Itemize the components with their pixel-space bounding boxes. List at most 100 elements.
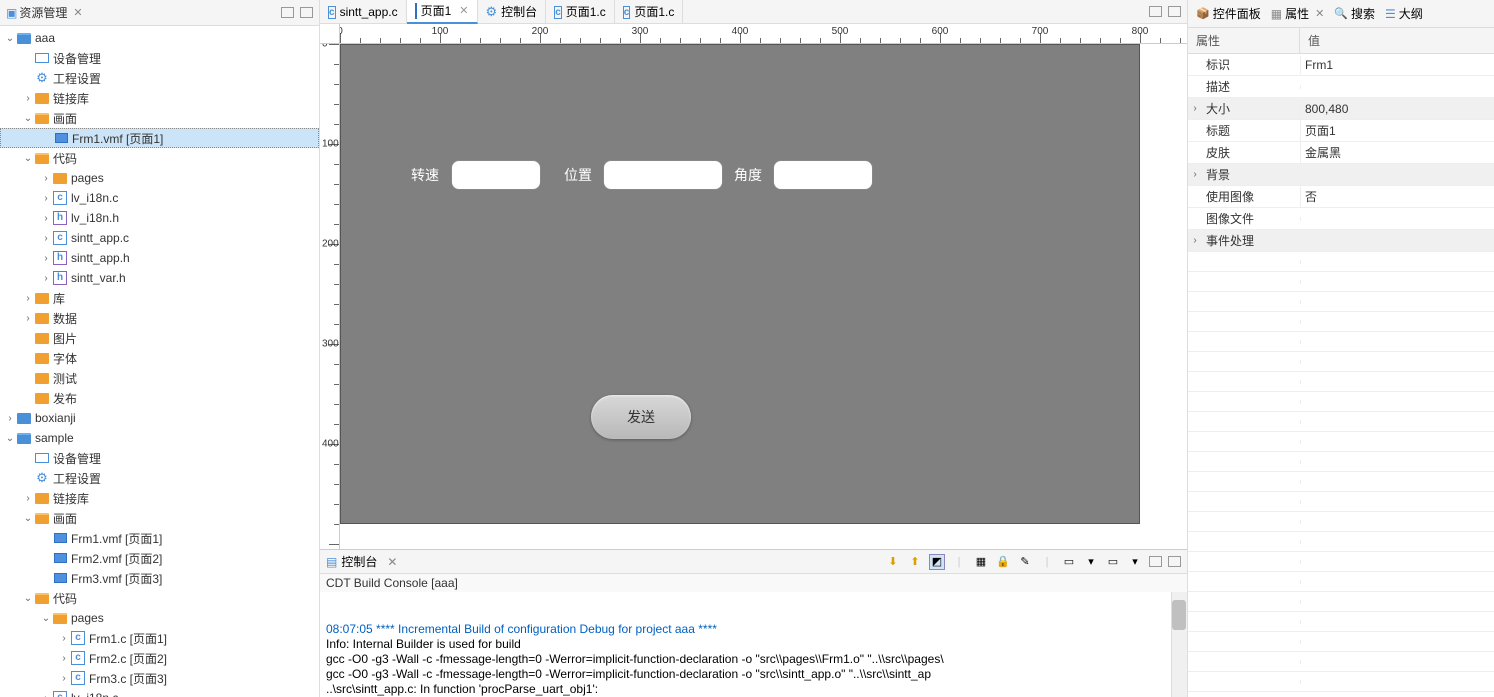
- expander-icon[interactable]: ›: [40, 253, 52, 264]
- form-textbox[interactable]: [773, 160, 873, 190]
- expander-icon[interactable]: ›: [40, 693, 52, 697]
- display-selected-icon[interactable]: ▦: [973, 554, 989, 570]
- tree-item[interactable]: 字体: [0, 348, 319, 368]
- tree-item[interactable]: ›cFrm3.c [页面3]: [0, 668, 319, 688]
- tree-item[interactable]: ›pages: [0, 168, 319, 188]
- prop-expander-icon[interactable]: ›: [1188, 169, 1202, 180]
- tree-item[interactable]: ›数据: [0, 308, 319, 328]
- console-close-x[interactable]: ✕: [387, 555, 397, 569]
- expander-icon[interactable]: ›: [4, 413, 16, 424]
- expander-icon[interactable]: ⌄: [4, 433, 16, 444]
- prop-value[interactable]: 800,480: [1300, 100, 1494, 118]
- expander-icon[interactable]: ›: [58, 653, 70, 664]
- prop-value[interactable]: 页面1: [1300, 120, 1494, 141]
- tree-item[interactable]: ⌄pages: [0, 608, 319, 628]
- expander-icon[interactable]: ⌄: [22, 153, 34, 164]
- tree-item[interactable]: ›hlv_i18n.h: [0, 208, 319, 228]
- expander-icon[interactable]: ›: [40, 213, 52, 224]
- editor-tab[interactable]: c页面1.c: [546, 0, 615, 24]
- tree-item[interactable]: ›hsintt_var.h: [0, 268, 319, 288]
- tree-item[interactable]: ›链接库: [0, 88, 319, 108]
- right-tab-close-icon[interactable]: ✕: [1315, 7, 1324, 20]
- expander-icon[interactable]: ⌄: [4, 33, 16, 44]
- expander-icon[interactable]: ⌄: [22, 513, 34, 524]
- prop-value[interactable]: [1300, 85, 1494, 89]
- property-row[interactable]: 皮肤金属黑: [1188, 142, 1494, 164]
- prop-value[interactable]: [1300, 239, 1494, 243]
- tree-item[interactable]: ›cFrm1.c [页面1]: [0, 628, 319, 648]
- property-row[interactable]: ›事件处理: [1188, 230, 1494, 252]
- editor-minimize-icon[interactable]: [1149, 6, 1162, 17]
- pin-console-icon[interactable]: ◩: [929, 554, 945, 570]
- form-label[interactable]: 位置: [564, 165, 592, 185]
- tree-item[interactable]: 发布: [0, 388, 319, 408]
- panel-close-x[interactable]: ✕: [73, 6, 82, 19]
- tree-item[interactable]: ⌄代码: [0, 588, 319, 608]
- prop-value[interactable]: [1300, 173, 1494, 177]
- form-label[interactable]: 角度: [734, 165, 762, 185]
- tree-item[interactable]: ›boxianji: [0, 408, 319, 428]
- canvas-scroll[interactable]: 0100200300400 转速位置角度发送: [320, 44, 1187, 549]
- tree-item[interactable]: 图片: [0, 328, 319, 348]
- right-panel-tab[interactable]: 📦控件面板: [1192, 3, 1265, 24]
- property-row[interactable]: 描述: [1188, 76, 1494, 98]
- tree-item[interactable]: ›库: [0, 288, 319, 308]
- tree-item[interactable]: Frm1.vmf [页面1]: [0, 128, 319, 148]
- lock-console-icon[interactable]: 🔒: [995, 554, 1011, 570]
- expander-icon[interactable]: ›: [22, 293, 34, 304]
- tree-item[interactable]: ⌄aaa: [0, 28, 319, 48]
- form-canvas[interactable]: 转速 位置 角度发送: [340, 44, 1140, 524]
- console-scrollbar[interactable]: [1171, 592, 1187, 697]
- expander-icon[interactable]: ⌄: [22, 113, 34, 124]
- expander-icon[interactable]: ›: [58, 673, 70, 684]
- editor-tab[interactable]: c页面1.c: [615, 0, 684, 24]
- prop-value[interactable]: 金属黑: [1300, 142, 1494, 163]
- tree-item[interactable]: ⚙工程设置: [0, 68, 319, 88]
- editor-tab[interactable]: csintt_app.c: [320, 0, 407, 24]
- expander-icon[interactable]: ›: [40, 273, 52, 284]
- open-console-icon[interactable]: ▭: [1061, 554, 1077, 570]
- editor-maximize-icon[interactable]: [1168, 6, 1181, 17]
- form-label[interactable]: 转速: [411, 165, 439, 185]
- tree-item[interactable]: ⌄画面: [0, 508, 319, 528]
- console-minimize-icon[interactable]: [1149, 556, 1162, 567]
- tree-item[interactable]: ›hsintt_app.h: [0, 248, 319, 268]
- tree-item[interactable]: Frm1.vmf [页面1]: [0, 528, 319, 548]
- tree-item[interactable]: ›csintt_app.c: [0, 228, 319, 248]
- form-textbox[interactable]: [451, 160, 541, 190]
- scroll-down-icon[interactable]: ⬇: [885, 554, 901, 570]
- expander-icon[interactable]: ⌄: [40, 613, 52, 624]
- tree-item[interactable]: ›cFrm2.c [页面2]: [0, 648, 319, 668]
- property-row[interactable]: 标识Frm1: [1188, 54, 1494, 76]
- property-row[interactable]: 标题页面1: [1188, 120, 1494, 142]
- new-console-icon[interactable]: ▭: [1105, 554, 1121, 570]
- expander-icon[interactable]: ›: [22, 313, 34, 324]
- prop-value[interactable]: 否: [1300, 186, 1494, 207]
- tree-item[interactable]: 设备管理: [0, 448, 319, 468]
- tree-item[interactable]: 测试: [0, 368, 319, 388]
- editor-tab[interactable]: ⚙控制台: [478, 0, 547, 24]
- expander-icon[interactable]: ›: [40, 193, 52, 204]
- prop-value[interactable]: [1300, 217, 1494, 221]
- prop-expander-icon[interactable]: ›: [1188, 103, 1202, 114]
- tree-item[interactable]: ⌄画面: [0, 108, 319, 128]
- right-panel-tab[interactable]: ▦属性✕: [1267, 3, 1329, 24]
- tree-item[interactable]: 设备管理: [0, 48, 319, 68]
- expander-icon[interactable]: ›: [40, 173, 52, 184]
- tree-item[interactable]: ⌄sample: [0, 428, 319, 448]
- minimize-icon[interactable]: [281, 7, 294, 18]
- right-panel-tab[interactable]: ☰大纲: [1381, 3, 1427, 24]
- dropdown1-icon[interactable]: ▾: [1083, 554, 1099, 570]
- expander-icon[interactable]: ⌄: [22, 593, 34, 604]
- maximize-icon[interactable]: [300, 7, 313, 18]
- property-row[interactable]: 图像文件: [1188, 208, 1494, 230]
- tab-close-icon[interactable]: ✕: [459, 4, 468, 17]
- property-row[interactable]: 使用图像否: [1188, 186, 1494, 208]
- tree-item[interactable]: ⌄代码: [0, 148, 319, 168]
- editor-tab[interactable]: 页面1✕: [407, 0, 478, 24]
- property-row[interactable]: ›背景: [1188, 164, 1494, 186]
- form-textbox[interactable]: [603, 160, 723, 190]
- send-button[interactable]: 发送: [591, 395, 691, 439]
- console-output[interactable]: 08:07:05 **** Incremental Build of confi…: [320, 592, 1187, 697]
- tree-item[interactable]: Frm3.vmf [页面3]: [0, 568, 319, 588]
